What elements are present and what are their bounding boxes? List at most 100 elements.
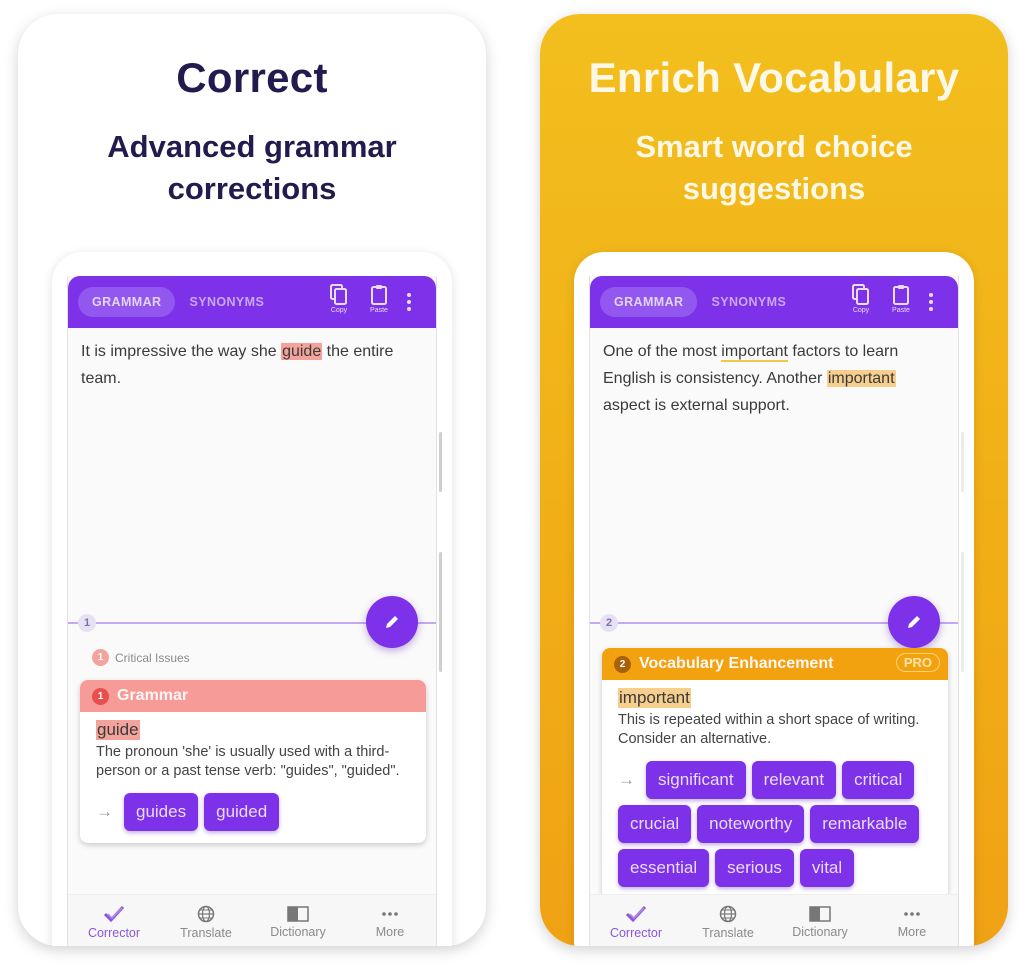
card-count-badge: 1 [92,687,109,705]
card-count-badge: 2 [614,655,631,673]
nav-more[interactable]: More [872,906,952,939]
tab-grammar[interactable]: GRAMMAR [600,287,698,317]
more-icon [904,912,920,916]
side-button [961,432,964,492]
top-bar: GRAMMAR SYNONYMS Copy Paste [68,276,436,328]
panel-headline: Correct [176,54,328,101]
nav-label: Translate [180,926,232,940]
flagged-word[interactable]: important [826,370,896,387]
copy-icon [330,284,347,305]
card-title: Vocabulary Enhancement [639,655,834,672]
globe-icon [197,905,215,923]
card-header[interactable]: 1 Grammar [80,680,426,712]
critical-count-badge: 1 [92,649,109,666]
tab-grammar[interactable]: GRAMMAR [78,287,176,317]
suggestion-chip[interactable]: guided [204,793,280,831]
bottom-nav: Corrector Translate Dictionary More [590,894,958,946]
card-flagged-word: guide [96,720,140,740]
paste-label: Paste [892,307,910,314]
nav-corrector[interactable]: Corrector [74,905,154,940]
pencil-icon [908,616,920,628]
suggestion-list: → significant relevant critical crucial … [618,761,932,887]
side-button [439,432,442,492]
arrow-right-icon: → [96,802,113,821]
suggestion-chip[interactable]: remarkable [810,805,920,843]
suggestion-chip[interactable]: serious [715,849,794,887]
edit-fab-button[interactable] [888,596,940,648]
nav-dictionary[interactable]: Dictionary [258,906,338,939]
check-icon [625,905,647,923]
copy-button[interactable]: Copy [847,284,875,314]
copy-label: Copy [852,307,870,314]
suggestion-list: → guides guided [96,793,410,831]
suggestion-chip[interactable]: crucial [618,805,692,843]
pro-badge: PRO [895,653,940,672]
paste-label: Paste [370,307,388,314]
globe-icon [719,905,737,923]
nav-label: More [375,925,405,939]
nav-label: More [897,925,927,939]
nav-label: Dictionary [270,925,326,939]
nav-corrector[interactable]: Corrector [596,905,676,940]
critical-issues-row: 1 Critical Issues [92,649,190,666]
nav-label: Translate [702,926,754,940]
issue-count-badge: 1 [78,614,96,632]
side-button [961,552,964,672]
panel-subline: Smart word choice suggestions [635,129,913,206]
suggestion-chip[interactable]: relevant [751,761,837,799]
suggestion-chip[interactable]: noteworthy [697,805,805,843]
text-segment: One of the most [603,343,722,360]
flagged-word[interactable]: guide [281,343,323,360]
phone-mockup: GRAMMAR SYNONYMS Copy Paste It is impres… [52,252,452,946]
more-options-icon[interactable] [407,293,411,311]
vocabulary-issue-card: 2 Vocabulary Enhancement PRO important T… [602,648,948,899]
app-screen: GRAMMAR SYNONYMS Copy Paste One of the m… [589,276,959,946]
clipboard-icon [893,285,909,305]
nav-more[interactable]: More [350,906,430,939]
bottom-nav: Corrector Translate Dictionary More [68,894,436,946]
more-icon [382,912,398,916]
editor-text[interactable]: One of the most important factors to lea… [590,328,958,429]
card-header[interactable]: 2 Vocabulary Enhancement PRO [602,648,948,680]
editor-text[interactable]: It is impressive the way she guide the e… [68,328,436,402]
top-bar: GRAMMAR SYNONYMS Copy Paste [590,276,958,328]
panel-headline: Enrich Vocabulary [588,54,960,101]
edit-fab-button[interactable] [366,596,418,648]
clipboard-icon [371,285,387,305]
critical-issues-label: Critical Issues [115,650,190,665]
suggestion-chip[interactable]: significant [646,761,746,799]
promo-panel-vocabulary: Enrich Vocabulary Smart word choice sugg… [540,14,1008,946]
text-segment: It is impressive the way she [81,343,282,360]
more-options-icon[interactable] [929,293,933,311]
paste-button[interactable]: Paste [887,284,915,314]
suggestion-chip[interactable]: essential [618,849,710,887]
card-description: The pronoun 'she' is usually used with a… [96,744,400,779]
nav-translate[interactable]: Translate [166,905,246,940]
panel-subline: Advanced grammar corrections [107,129,397,206]
copy-button[interactable]: Copy [325,284,353,314]
arrow-right-icon: → [618,770,635,789]
nav-label: Corrector [609,926,663,940]
nav-translate[interactable]: Translate [688,905,768,940]
pencil-icon [386,616,398,628]
suggestion-chip[interactable]: vital [799,849,855,887]
promo-panel-correct: Correct Advanced grammar corrections GRA… [18,14,486,946]
book-icon [809,906,831,922]
card-description: This is repeated within a short space of… [618,712,920,747]
issue-count-badge: 2 [600,614,618,632]
tab-synonyms[interactable]: SYNONYMS [175,287,278,317]
suggestion-chip[interactable]: critical [842,761,915,799]
copy-label: Copy [330,307,348,314]
card-flagged-word: important [618,688,691,708]
book-icon [287,906,309,922]
grammar-issue-card: 1 Grammar guide The pronoun 'she' is usu… [80,680,426,843]
suggestion-chip[interactable]: guides [124,793,199,831]
nav-dictionary[interactable]: Dictionary [780,906,860,939]
phone-mockup: GRAMMAR SYNONYMS Copy Paste One of the m… [574,252,974,946]
underlined-word[interactable]: important [721,343,788,362]
tab-synonyms[interactable]: SYNONYMS [697,287,800,317]
card-title: Grammar [117,687,189,704]
nav-label: Dictionary [792,925,848,939]
text-segment: aspect is external support. [603,397,790,414]
paste-button[interactable]: Paste [365,284,393,314]
